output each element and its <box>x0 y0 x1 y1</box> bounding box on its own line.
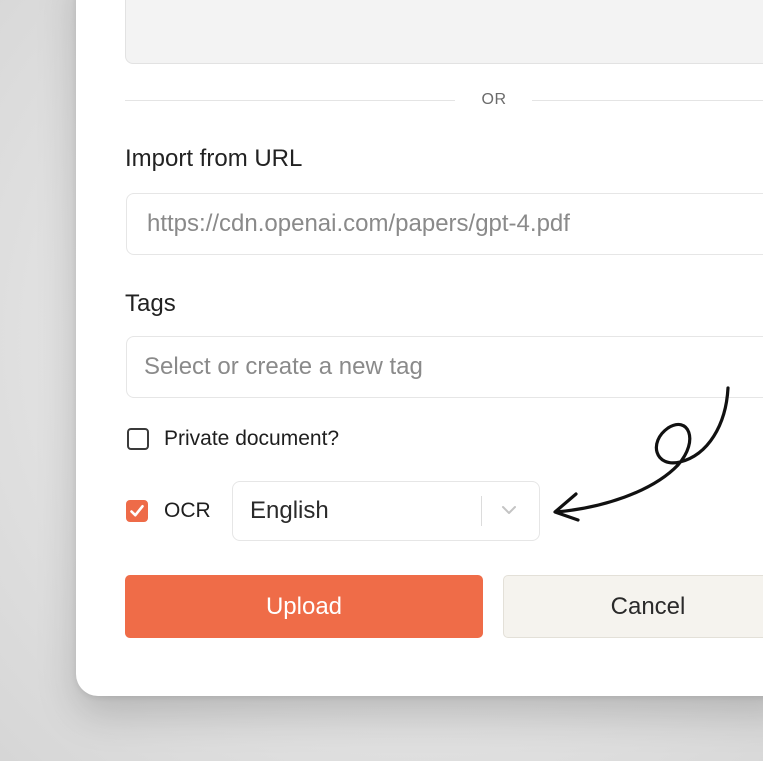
select-separator <box>481 496 482 526</box>
upload-button[interactable]: Upload <box>125 575 483 638</box>
ocr-checkbox[interactable] <box>126 500 148 522</box>
curly-arrow-icon <box>553 386 730 522</box>
cancel-button[interactable]: Cancel <box>503 575 763 638</box>
ocr-label[interactable]: OCR <box>164 499 211 523</box>
tags-label: Tags <box>125 290 176 317</box>
file-drop-zone[interactable] <box>125 0 763 64</box>
divider-left <box>125 100 455 101</box>
import-url-label: Import from URL <box>125 145 303 172</box>
import-url-input[interactable]: https://cdn.openai.com/papers/gpt-4.pdf <box>126 193 763 255</box>
or-divider-label: OR <box>481 91 507 108</box>
ocr-language-select[interactable]: English <box>232 481 540 541</box>
private-document-checkbox[interactable] <box>127 428 149 450</box>
chevron-down-icon[interactable] <box>500 504 518 516</box>
private-document-label[interactable]: Private document? <box>164 427 339 451</box>
ocr-language-value: English <box>250 497 329 524</box>
check-icon <box>130 505 144 517</box>
divider-right <box>532 100 763 101</box>
